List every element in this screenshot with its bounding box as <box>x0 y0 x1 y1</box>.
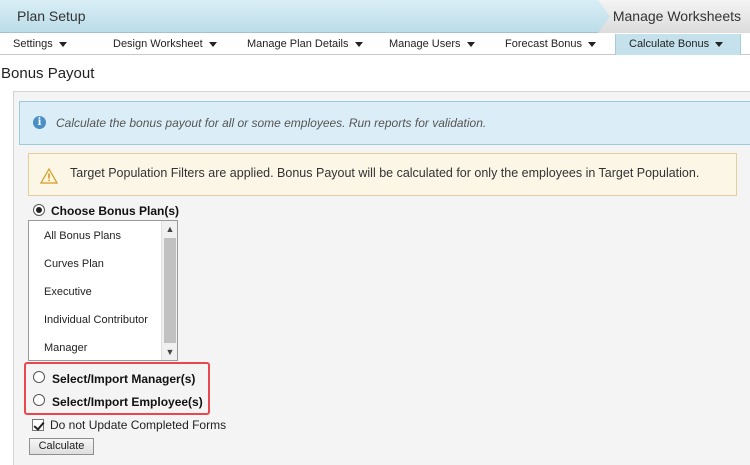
manage-worksheets-label: Manage Worksheets <box>612 8 741 24</box>
chevron-down-icon <box>466 41 475 47</box>
scroll-down-icon[interactable]: ▼ <box>162 344 177 360</box>
manage-worksheets-tab[interactable]: Manage Worksheets <box>598 0 750 33</box>
choose-bonus-plans-radio[interactable] <box>33 204 45 216</box>
top-navigation-bar: Plan Setup Manage Worksheets <box>0 0 750 33</box>
select-managers-label: Select/Import Manager(s) <box>52 372 196 386</box>
warning-icon <box>40 168 58 184</box>
info-icon: i <box>33 116 46 129</box>
scrollbar-thumb[interactable] <box>164 238 176 343</box>
chevron-down-icon <box>588 41 597 47</box>
warning-text: Target Population Filters are applied. B… <box>70 166 700 180</box>
plan-setup-tab[interactable]: Plan Setup <box>17 8 86 24</box>
list-item[interactable]: Individual Contributor <box>44 314 148 326</box>
menu-manage-plan-details-label: Manage Plan Details <box>247 38 349 50</box>
choose-bonus-plans-label: Choose Bonus Plan(s) <box>51 204 180 218</box>
menu-manage-users[interactable]: Manage Users <box>389 34 475 55</box>
menu-manage-plan-details[interactable]: Manage Plan Details <box>247 34 363 55</box>
bonus-plans-listbox[interactable]: All Bonus Plans Curves Plan Executive In… <box>28 220 178 361</box>
select-employees-label: Select/Import Employee(s) <box>52 395 203 409</box>
menu-manage-users-label: Manage Users <box>389 38 461 50</box>
do-not-update-checkbox[interactable] <box>32 419 44 431</box>
chevron-down-icon <box>58 41 67 47</box>
chevron-down-icon <box>715 41 724 47</box>
do-not-update-label: Do not Update Completed Forms <box>50 418 227 432</box>
menu-design-worksheet[interactable]: Design Worksheet <box>113 34 217 55</box>
warning-message: Target Population Filters are applied. B… <box>28 153 737 196</box>
menu-calculate-bonus-label: Calculate Bonus <box>629 38 710 50</box>
scroll-up-icon[interactable]: ▲ <box>162 221 177 237</box>
chevron-down-icon <box>354 41 363 47</box>
menu-settings[interactable]: Settings <box>13 34 67 55</box>
menu-forecast-bonus[interactable]: Forecast Bonus <box>505 34 597 55</box>
chevron-down-icon <box>208 41 217 47</box>
menu-bar: Settings Design Worksheet Manage Plan De… <box>0 34 750 55</box>
list-item[interactable]: Curves Plan <box>44 258 104 270</box>
list-item[interactable]: Manager <box>44 342 87 354</box>
menu-design-worksheet-label: Design Worksheet <box>113 38 203 50</box>
select-employees-radio[interactable] <box>33 394 45 406</box>
menu-settings-label: Settings <box>13 38 53 50</box>
list-item[interactable]: All Bonus Plans <box>44 230 121 242</box>
info-text: Calculate the bonus payout for all or so… <box>56 116 487 130</box>
menu-forecast-bonus-label: Forecast Bonus <box>505 38 583 50</box>
select-managers-radio[interactable] <box>33 371 45 383</box>
calculate-button[interactable]: Calculate <box>29 438 94 455</box>
info-message: i Calculate the bonus payout for all or … <box>19 101 750 145</box>
list-item[interactable]: Executive <box>44 286 92 298</box>
menu-calculate-bonus[interactable]: Calculate Bonus <box>615 34 741 55</box>
listbox-scrollbar[interactable]: ▲ ▼ <box>161 221 177 360</box>
page-title: Bonus Payout <box>1 65 95 82</box>
